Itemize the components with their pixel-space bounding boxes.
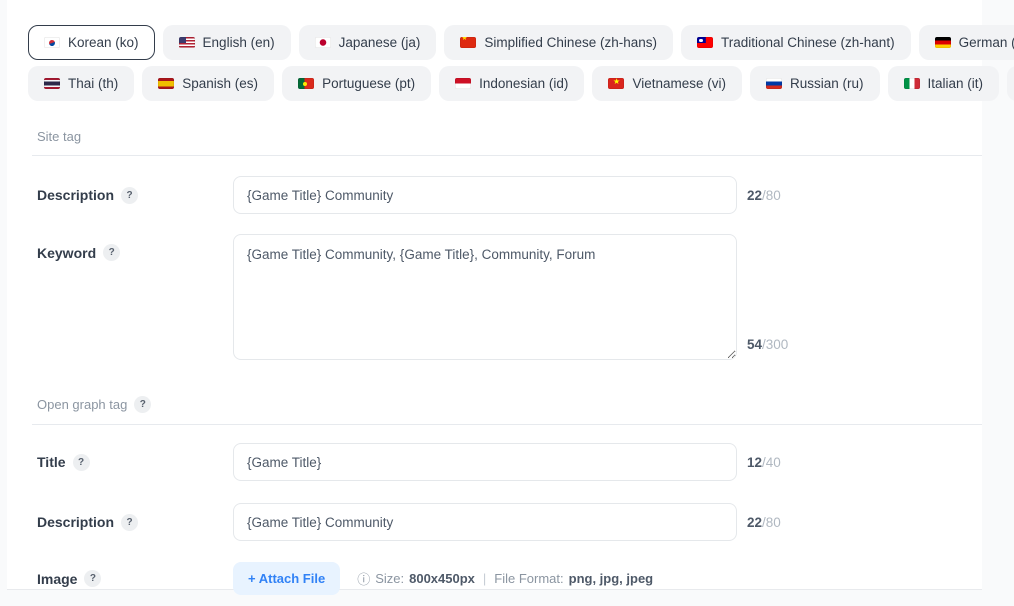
help-icon[interactable]: ?	[134, 396, 151, 413]
language-tab-label: Spanish (es)	[182, 76, 258, 91]
language-tabs: Korean (ko) English (en) Japanese (ja) Simp…	[28, 25, 982, 101]
tw-flag-icon	[697, 37, 713, 48]
image-size-label: Size:	[375, 571, 404, 586]
og-description-label-group: Description ?	[37, 514, 233, 531]
language-tab-de[interactable]: German (de)	[919, 25, 1014, 60]
language-tab-label: Italian (it)	[928, 76, 984, 91]
section-divider	[32, 155, 982, 156]
cn-flag-icon	[460, 37, 476, 48]
language-tab-pt[interactable]: Portuguese (pt)	[282, 66, 431, 101]
language-tab-label: Japanese (ja)	[339, 35, 421, 50]
og-title-label: Title	[37, 454, 66, 470]
og-description-label: Description	[37, 514, 114, 530]
meta-tag-settings-panel: Korean (ko) English (en) Japanese (ja) Simp…	[7, 0, 982, 590]
id-flag-icon	[455, 78, 471, 89]
char-count-max: /300	[762, 337, 788, 352]
site-description-label: Description	[37, 187, 114, 203]
char-count-max: /80	[762, 515, 781, 530]
help-icon[interactable]: ?	[103, 244, 120, 261]
help-icon[interactable]: ?	[84, 570, 101, 587]
language-tabs-row-1: Korean (ko) English (en) Japanese (ja) Simp…	[28, 25, 982, 60]
language-tab-it[interactable]: Italian (it)	[888, 66, 1000, 101]
og-title-row: Title ? 12/40	[28, 443, 982, 481]
kr-flag-icon	[44, 37, 60, 48]
og-description-input[interactable]	[233, 503, 737, 541]
site-keyword-textarea[interactable]: {Game Title} Community, {Game Title}, Co…	[233, 234, 737, 360]
jp-flag-icon	[315, 37, 331, 48]
site-description-row: Description ? 22/80	[28, 176, 982, 214]
language-tab-vi[interactable]: Vietnamese (vi)	[592, 66, 742, 101]
char-count-current: 22	[747, 188, 762, 203]
site-keyword-row: Keyword ? {Game Title} Community, {Game …	[28, 234, 982, 360]
open-graph-heading: Open graph tag	[37, 397, 127, 412]
language-tabs-row-2: Thai (th) Spanish (es) Portuguese (pt) Indo…	[28, 66, 982, 101]
language-tab-label: Vietnamese (vi)	[632, 76, 726, 91]
og-title-input[interactable]	[233, 443, 737, 481]
language-tab-label: Portuguese (pt)	[322, 76, 415, 91]
language-tab-zh-hant[interactable]: Traditional Chinese (zh-hant)	[681, 25, 911, 60]
es-flag-icon	[158, 78, 174, 89]
image-size-value: 800x450px	[409, 571, 475, 586]
vn-flag-icon	[608, 78, 624, 89]
char-count-current: 12	[747, 455, 762, 470]
language-tab-en[interactable]: English (en)	[163, 25, 291, 60]
og-title-label-group: Title ?	[37, 454, 233, 471]
ru-flag-icon	[766, 78, 782, 89]
char-count-max: /40	[762, 455, 781, 470]
image-format-value: png, jpg, jpeg	[569, 571, 654, 586]
language-tab-ko[interactable]: Korean (ko)	[28, 25, 155, 60]
open-graph-section-header: Open graph tag ?	[37, 396, 982, 413]
char-counter: 22/80	[747, 188, 781, 203]
char-counter: 54/300	[747, 337, 788, 352]
help-icon[interactable]: ?	[121, 514, 138, 531]
separator: |	[483, 571, 486, 586]
help-icon[interactable]: ?	[73, 454, 90, 471]
language-tab-ru[interactable]: Russian (ru)	[750, 66, 880, 101]
us-flag-icon	[179, 37, 195, 48]
language-tab-label: Simplified Chinese (zh-hans)	[484, 35, 657, 50]
it-flag-icon	[904, 78, 920, 89]
char-counter: 22/80	[747, 515, 781, 530]
language-tab-es[interactable]: Spanish (es)	[142, 66, 274, 101]
site-tag-section-header: Site tag	[37, 129, 982, 144]
og-description-row: Description ? 22/80	[28, 503, 982, 541]
pt-flag-icon	[298, 78, 314, 89]
th-flag-icon	[44, 78, 60, 89]
info-icon: ⓘ	[357, 569, 370, 588]
char-count-current: 22	[747, 515, 762, 530]
site-description-label-group: Description ?	[37, 187, 233, 204]
language-tab-th[interactable]: Thai (th)	[28, 66, 134, 101]
section-divider	[32, 424, 982, 425]
language-tab-ja[interactable]: Japanese (ja)	[299, 25, 437, 60]
language-tab-label: Thai (th)	[68, 76, 118, 91]
char-count-max: /80	[762, 188, 781, 203]
language-tab-tr[interactable]: Turkish (tr)	[1007, 66, 1014, 101]
og-image-label-group: Image ?	[37, 570, 233, 587]
og-image-row: Image ? + Attach File ⓘ Size: 800x450px …	[28, 562, 982, 595]
og-image-label: Image	[37, 571, 77, 587]
char-count-current: 54	[747, 337, 762, 352]
language-tab-label: Traditional Chinese (zh-hant)	[721, 35, 895, 50]
image-requirements: ⓘ Size: 800x450px | File Format: png, jp…	[357, 569, 653, 588]
help-icon[interactable]: ?	[121, 187, 138, 204]
language-tab-label: Indonesian (id)	[479, 76, 568, 91]
image-format-label: File Format:	[494, 571, 563, 586]
site-keyword-label-group: Keyword ?	[37, 244, 233, 261]
language-tab-label: Korean (ko)	[68, 35, 139, 50]
language-tab-zh-hans[interactable]: Simplified Chinese (zh-hans)	[444, 25, 673, 60]
site-description-input[interactable]	[233, 176, 737, 214]
char-counter: 12/40	[747, 455, 781, 470]
site-keyword-label: Keyword	[37, 245, 96, 261]
language-tab-id[interactable]: Indonesian (id)	[439, 66, 584, 101]
site-tag-heading: Site tag	[37, 129, 81, 144]
language-tab-label: German (de)	[959, 35, 1014, 50]
de-flag-icon	[935, 37, 951, 48]
language-tab-label: Russian (ru)	[790, 76, 864, 91]
language-tab-label: English (en)	[203, 35, 275, 50]
attach-file-button[interactable]: + Attach File	[233, 562, 340, 595]
